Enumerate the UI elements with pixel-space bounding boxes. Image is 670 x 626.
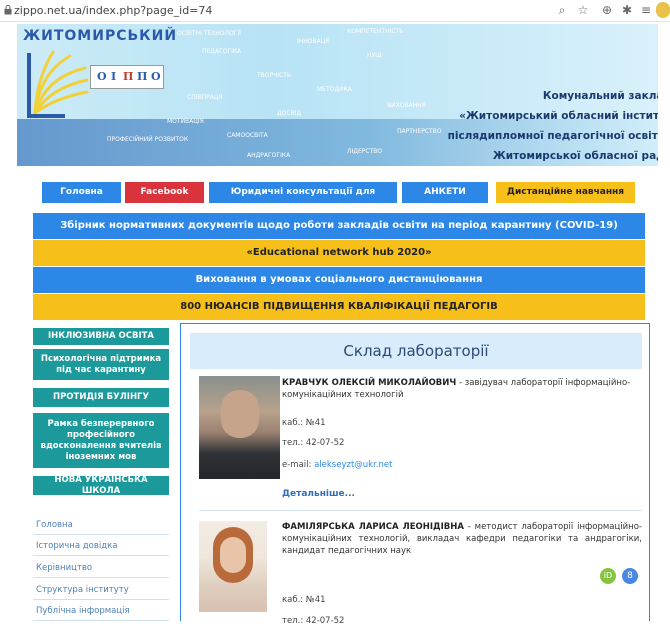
sidebar-link-leadership[interactable]: Керівництво: [33, 558, 169, 578]
email-link[interactable]: alekseyzt@ukr.net: [314, 460, 392, 470]
puzzle-icon[interactable]: ✱: [620, 3, 634, 17]
covid-documents-banner[interactable]: Збірник нормативних документів щодо робо…: [33, 213, 645, 239]
logo-letters-box: О І П П О: [90, 65, 164, 89]
google-scholar-icon[interactable]: 8: [622, 568, 638, 584]
sidebar-anti-bullying-button[interactable]: ПРОТИДІЯ БУЛІНГУ: [33, 388, 169, 407]
url-text[interactable]: zippo.net.ua/index.php?page_id=74: [14, 4, 212, 17]
divider: [199, 510, 642, 511]
person-room: каб.: №41: [282, 418, 326, 428]
sidebar-inclusive-education-button[interactable]: ІНКЛЮЗИВНА ОСВІТА: [33, 328, 169, 345]
profile-avatar[interactable]: [656, 2, 670, 18]
sidebar-foreign-teachers-framework-button[interactable]: Рамка безперервного професійного вдоскон…: [33, 413, 169, 468]
logo-wordmark: ЖИТОМИРСЬКИЙ: [23, 28, 178, 44]
menu-icon[interactable]: ≡: [639, 3, 653, 17]
email-label: e-mail:: [282, 460, 315, 470]
qualification-nuances-banner[interactable]: 800 НЮАНСІВ ПІДВИЩЕННЯ КВАЛІФІКАЦІЇ ПЕДА…: [33, 294, 645, 320]
person-room: каб.: №41: [282, 595, 326, 605]
nav-distance-learning-button[interactable]: Дистанційне навчання: [496, 182, 635, 203]
institute-title: Комунальний заклад «Житомирський обласни…: [447, 90, 658, 162]
person-phone: тел.: 42-07-52: [282, 616, 345, 626]
bookmark-star-icon[interactable]: ☆: [576, 3, 590, 17]
site-header-banner: ОСВІТНІ ТЕХНОЛОГІЇ ІННОВАЦІЇ ПЕДАГОГІКА …: [17, 24, 658, 166]
person-heading: ФАМІЛЯРСЬКА ЛАРИСА ЛЕОНІДІВНА - методист…: [282, 521, 642, 557]
more-details-link[interactable]: Детальніше...: [282, 489, 355, 499]
nav-legal-button[interactable]: Юридичні консультації для педагогів: [209, 182, 397, 218]
person-heading: КРАВЧУК ОЛЕКСІЙ МИКОЛАЙОВИЧ - завідувач …: [282, 377, 642, 401]
sunburst-logo-icon: [27, 50, 89, 118]
person-photo: [199, 521, 267, 612]
extension-icon[interactable]: ⊕: [600, 3, 614, 17]
person-email-row: e-mail: alekseyzt@ukr.net: [282, 460, 392, 470]
upbringing-banner[interactable]: Виховання в умовах соціального дистанцію…: [33, 267, 645, 293]
browser-address-bar: zippo.net.ua/index.php?page_id=74 ⌕ ☆ ⊕ …: [0, 0, 670, 22]
educational-hub-banner[interactable]: «Educational network hub 2020»: [33, 240, 645, 266]
person-name: КРАВЧУК ОЛЕКСІЙ МИКОЛАЙОВИЧ: [282, 378, 457, 388]
nav-surveys-button[interactable]: АНКЕТИ: [402, 182, 488, 203]
sidebar-new-ukrainian-school-button[interactable]: НОВА УКРАЇНСЬКА ШКОЛА: [33, 475, 169, 496]
person-phone: тел.: 42-07-52: [282, 438, 345, 448]
lock-icon: [4, 5, 12, 15]
sidebar-link-public-info[interactable]: Публічна інформація: [33, 601, 169, 621]
sidebar-link-history[interactable]: Історична довідка: [33, 536, 169, 556]
nav-facebook-button[interactable]: Facebook: [125, 182, 204, 203]
sidebar-psych-support-button[interactable]: Психологічна підтримка під час карантину: [33, 349, 169, 380]
person-photo: [199, 376, 280, 479]
search-icon[interactable]: ⌕: [555, 3, 569, 17]
person-name: ФАМІЛЯРСЬКА ЛАРИСА ЛЕОНІДІВНА: [282, 522, 464, 532]
sidebar-link-structure[interactable]: Структура інституту: [33, 580, 169, 600]
sidebar-link-home[interactable]: Головна: [33, 515, 169, 535]
nav-home-button[interactable]: Головна: [42, 182, 121, 203]
page-title: Склад лабораторії: [190, 333, 642, 369]
orcid-icon[interactable]: iD: [600, 568, 616, 584]
